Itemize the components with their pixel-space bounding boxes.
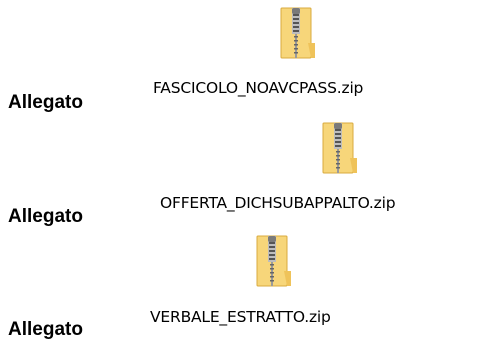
attachment-file-name[interactable]: OFFERTA_DICHSUBAPPALTO.zip — [160, 195, 396, 212]
attachment-label: Allegato — [8, 319, 83, 340]
zip-archive-icon[interactable] — [278, 5, 316, 61]
attachment-file-name[interactable]: FASCICOLO_NOAVCPASS.zip — [153, 80, 363, 97]
attachment-label: Allegato — [8, 92, 83, 113]
attachment-label: Allegato — [8, 206, 83, 227]
zip-archive-icon[interactable] — [320, 120, 358, 176]
zip-archive-icon[interactable] — [254, 233, 292, 289]
attachment-file-name[interactable]: VERBALE_ESTRATTO.zip — [150, 309, 331, 326]
